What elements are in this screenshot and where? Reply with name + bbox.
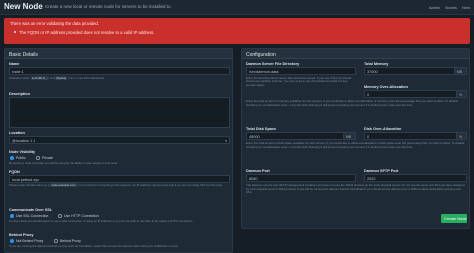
daemon-port-label: Daemon Port	[246, 169, 270, 173]
description-label: Description	[9, 92, 30, 96]
configuration-panel: Configuration Daemon Server File Directo…	[241, 48, 470, 229]
memory-unit-addon: MB	[454, 68, 466, 74]
directory-help: Enter the directory where server files s…	[246, 75, 352, 87]
proxy-behind-label[interactable]: Behind Proxy	[60, 239, 81, 243]
ssl-help: In most cases you should select to use a…	[9, 219, 194, 223]
total-disk-value: 45000	[249, 134, 260, 139]
total-memory-label: Total Memory	[364, 62, 389, 66]
create-node-button-label: Create Node	[444, 216, 467, 221]
breadcrumb-nodes[interactable]: Nodes	[445, 5, 457, 10]
total-memory-input[interactable]: 37000 MB	[364, 67, 467, 75]
proxy-behind-radio[interactable]	[54, 239, 58, 243]
location-label: Location	[9, 131, 25, 135]
memory-percent-addon: %	[456, 91, 466, 97]
description-textarea[interactable]	[9, 97, 230, 128]
fqdn-help: Please enter domain name (e.g node.examp…	[9, 183, 223, 187]
visibility-public-label[interactable]: Public	[16, 156, 26, 160]
directory-input[interactable]: /srv/daemon-data	[246, 67, 356, 75]
top-bar: New Node Create a new local or remote no…	[0, 0, 474, 15]
port-help: The daemon runs its own SFTP management …	[246, 183, 465, 195]
location-select[interactable]: @location 1 1 ▾	[9, 136, 230, 144]
ssl-http-radio[interactable]	[58, 214, 62, 218]
page-subtitle: Create a new local or remote node for se…	[45, 4, 172, 9]
memory-overallocation-label: Memory Over-Allocation	[364, 85, 408, 89]
memory-overallocation-input[interactable]: 0 %	[364, 90, 467, 98]
page-title: New Node	[4, 2, 43, 11]
name-input[interactable]: node 1	[9, 67, 230, 75]
proxy-label: Behind Proxy	[9, 233, 34, 237]
chevron-down-icon: ▾	[225, 138, 227, 143]
configuration-header: Configuration	[242, 49, 469, 59]
sftp-port-input[interactable]: 2022	[364, 174, 467, 182]
error-alert-message: The FQDN or IP address provided does not…	[19, 29, 155, 35]
ssl-use-label[interactable]: Use SSL Connection	[16, 214, 48, 218]
ssl-label: Communicate Over SSL	[9, 208, 53, 212]
visibility-label: Node Visibility	[9, 150, 36, 154]
location-select-value: @location 1 1	[12, 138, 36, 143]
disk-unit-addon: MB	[343, 133, 355, 139]
visibility-public-radio[interactable]	[10, 156, 14, 160]
proxy-not-label[interactable]: Not Behind Proxy	[16, 239, 43, 243]
disk-help: Enter the total amount of disk space ava…	[246, 141, 465, 149]
error-alert: There was an error validating the data p…	[4, 18, 470, 44]
name-input-value: node 1	[12, 69, 24, 74]
bullet-icon	[14, 31, 16, 33]
memory-help: Enter the total amount of memory availab…	[246, 99, 459, 107]
disk-overallocation-input[interactable]: 0 %	[364, 132, 467, 140]
total-memory-value: 37000	[367, 69, 378, 74]
fqdn-input[interactable]: local.pettool.xyz	[9, 175, 230, 183]
total-disk-label: Total Disk Space	[246, 127, 277, 131]
memory-overallocation-value: 0	[367, 92, 370, 97]
visibility-private-radio[interactable]	[36, 156, 40, 160]
directory-input-value: /srv/daemon-data	[249, 69, 279, 74]
proxy-help: If you are running the daemon behind a p…	[9, 244, 179, 248]
breadcrumb-new: New	[461, 5, 470, 10]
basic-details-title: Basic Details	[9, 51, 38, 58]
ssl-http-label[interactable]: Use HTTP Connection	[64, 214, 99, 218]
name-label: Name	[9, 62, 20, 66]
proxy-not-radio[interactable]	[10, 239, 14, 243]
directory-label: Daemon Server File Directory	[246, 62, 300, 66]
breadcrumb-admin[interactable]: Admin	[429, 5, 440, 10]
sftp-port-label: Daemon SFTP Port	[364, 169, 399, 173]
total-disk-input[interactable]: 45000 MB	[246, 132, 356, 140]
basic-details-panel: Basic Details Name node 1 Character limi…	[4, 48, 233, 253]
error-alert-title: There was an error validating the data p…	[10, 21, 99, 26]
name-help: Character limits: a-zA-Z0-9_.- and [Spac…	[9, 75, 105, 80]
disk-overallocation-value: 0	[367, 134, 370, 139]
daemon-port-value: 8080	[249, 176, 258, 181]
create-node-button[interactable]: Create Node	[441, 214, 467, 223]
breadcrumb: Admin Nodes New	[425, 5, 470, 10]
fqdn-label: FQDN	[9, 170, 20, 174]
visibility-help: By setting a node to private you will be…	[9, 161, 118, 165]
basic-details-header: Basic Details	[5, 49, 232, 59]
daemon-port-input[interactable]: 8080	[246, 174, 356, 182]
ssl-use-radio[interactable]	[10, 214, 14, 218]
visibility-private-label[interactable]: Private	[42, 156, 53, 160]
disk-overallocation-label: Disk Over-Allocation	[364, 127, 402, 131]
fqdn-input-value: local.pettool.xyz	[12, 177, 40, 182]
configuration-title: Configuration	[246, 51, 276, 58]
sftp-port-value: 2022	[367, 176, 376, 181]
disk-percent-addon: %	[456, 133, 466, 139]
